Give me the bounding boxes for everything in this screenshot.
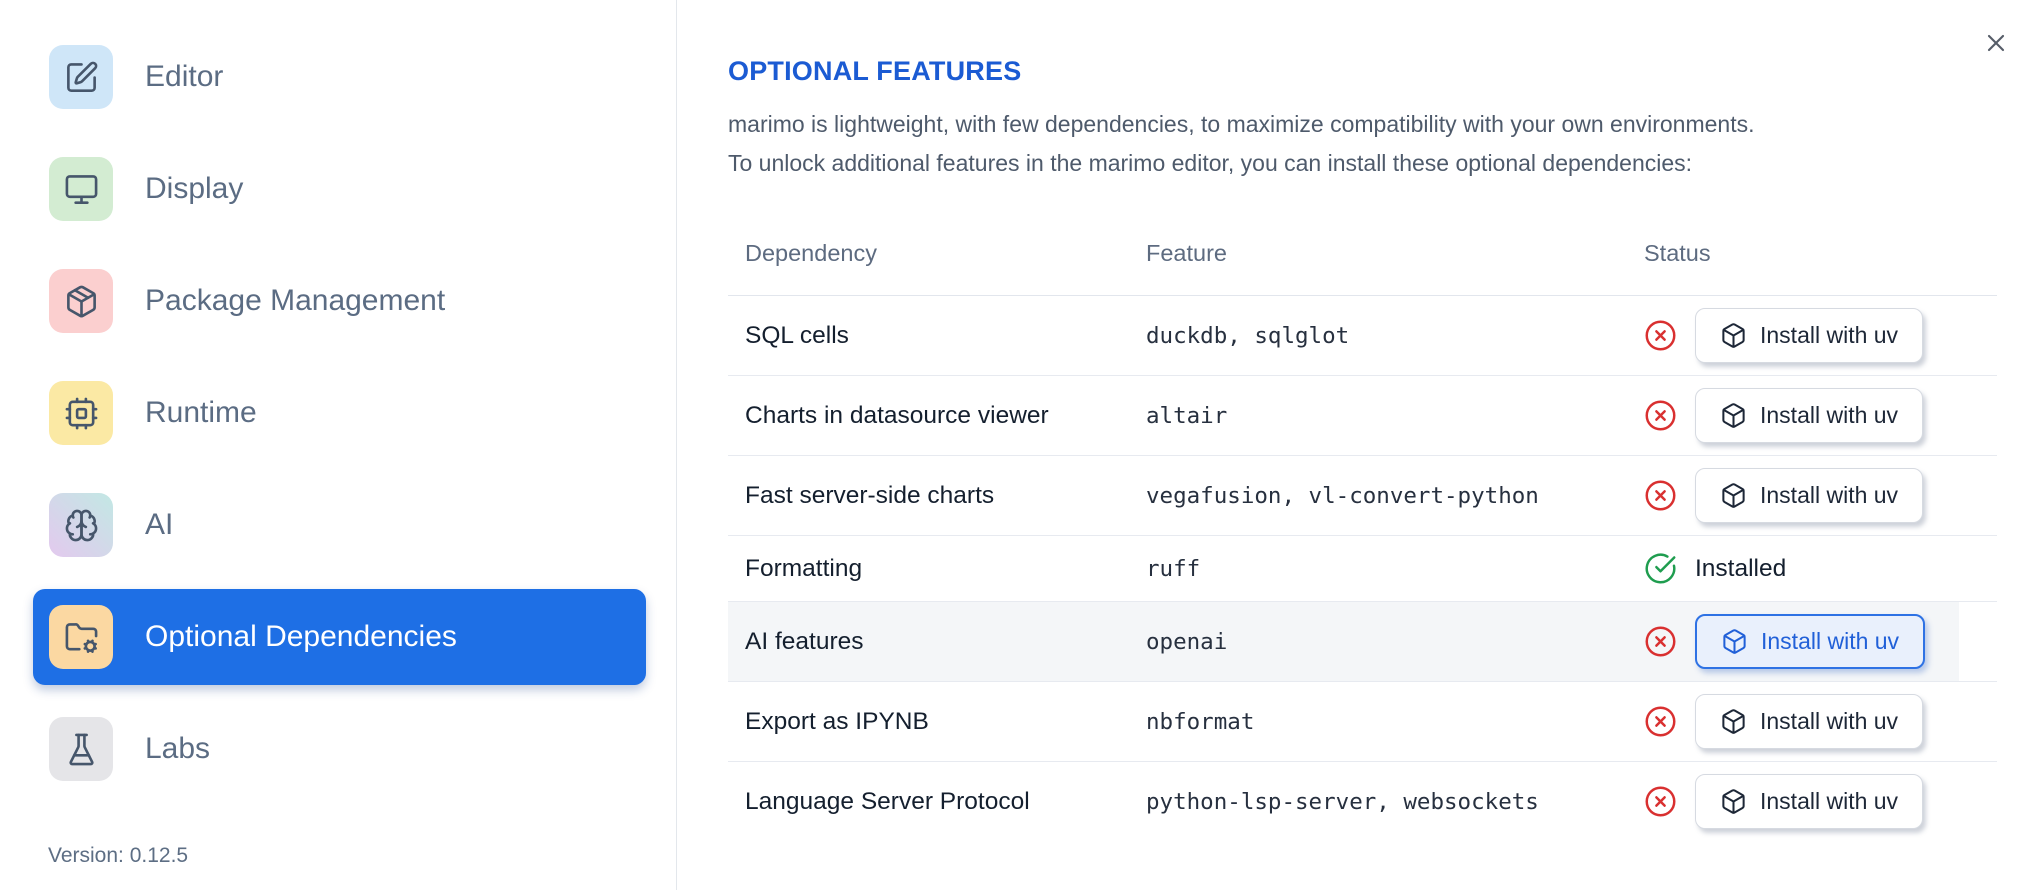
status-cell: Install with uv	[1644, 376, 1997, 455]
install-with-uv-button[interactable]: Install with uv	[1695, 774, 1924, 830]
feature-cell: vegafusion, vl-convert-python	[1146, 482, 1539, 509]
close-icon	[1982, 29, 2010, 57]
status-cell: Install with uv	[1644, 762, 1997, 841]
dependency-cell: SQL cells	[745, 321, 849, 349]
status-cell: Install with uv	[1644, 602, 1997, 681]
page-title: OPTIONAL FEATURES	[728, 56, 1022, 87]
cpu-icon	[49, 381, 113, 445]
sidebar-item-label: Editor	[145, 60, 224, 93]
folder-cog-icon	[49, 605, 113, 669]
sidebar-item-package-management[interactable]: Package Management	[33, 253, 646, 349]
brain-icon	[49, 493, 113, 557]
table-body: SQL cells duckdb, sqlglot Install with u…	[728, 296, 1997, 841]
table-row-formatting: Formatting ruff Installed	[728, 536, 1997, 603]
sidebar-item-editor[interactable]: Editor	[33, 29, 646, 125]
table-row-language-server-protocol: Language Server Protocol python-lsp-serv…	[728, 762, 1997, 841]
dependency-cell: Language Server Protocol	[745, 787, 1030, 815]
sidebar-nav: Editor Display Package Management Runtim…	[0, 29, 676, 797]
sidebar-item-label: AI	[145, 508, 174, 541]
monitor-icon	[49, 157, 113, 221]
install-button-label: Install with uv	[1760, 322, 1899, 349]
install-with-uv-button[interactable]: Install with uv	[1695, 694, 1924, 750]
feature-cell: ruff	[1146, 555, 1201, 582]
sidebar-item-runtime[interactable]: Runtime	[33, 365, 646, 461]
sidebar-item-optional-dependencies[interactable]: Optional Dependencies	[33, 589, 646, 685]
circle-x-icon	[1644, 705, 1677, 738]
sidebar-item-label: Optional Dependencies	[145, 620, 457, 653]
install-with-uv-button[interactable]: Install with uv	[1695, 388, 1924, 444]
install-button-label: Install with uv	[1760, 788, 1899, 815]
column-header-dependency: Dependency	[745, 240, 877, 267]
dependency-cell: Export as IPYNB	[745, 707, 929, 735]
table-row-charts-in-datasource-viewer: Charts in datasource viewer altair Insta…	[728, 376, 1997, 457]
description-line-2: To unlock additional features in the mar…	[728, 150, 1693, 177]
feature-cell: altair	[1146, 402, 1228, 429]
circle-x-icon	[1644, 319, 1677, 352]
install-button-label: Install with uv	[1760, 708, 1899, 735]
install-button-label: Install with uv	[1760, 402, 1899, 429]
sidebar-item-display[interactable]: Display	[33, 141, 646, 237]
settings-dialog: Editor Display Package Management Runtim…	[0, 0, 2042, 890]
status-cell: Install with uv	[1644, 456, 1997, 535]
circle-x-icon	[1644, 625, 1677, 658]
feature-cell: nbformat	[1146, 708, 1255, 735]
install-with-uv-button[interactable]: Install with uv	[1695, 614, 1926, 670]
settings-sidebar: Editor Display Package Management Runtim…	[0, 0, 677, 890]
column-header-feature: Feature	[1146, 240, 1227, 267]
column-header-status: Status	[1644, 240, 1711, 267]
status-cell: Installed	[1644, 540, 1997, 597]
circle-x-icon	[1644, 785, 1677, 818]
sidebar-item-label: Display	[145, 172, 244, 205]
sidebar-item-label: Package Management	[145, 284, 446, 317]
sidebar-item-ai[interactable]: AI	[33, 477, 646, 573]
box-icon	[1721, 628, 1748, 655]
square-pen-icon	[49, 45, 113, 109]
circle-x-icon	[1644, 479, 1677, 512]
feature-cell: python-lsp-server, websockets	[1146, 788, 1539, 815]
table-row-fast-server-side-charts: Fast server-side charts vegafusion, vl-c…	[728, 456, 1997, 537]
table-header-row: Dependency Feature Status	[728, 216, 1997, 297]
panel-description: marimo is lightweight, with few dependen…	[728, 105, 1997, 183]
flask-icon	[49, 717, 113, 781]
table-row-sql-cells: SQL cells duckdb, sqlglot Install with u…	[728, 296, 1997, 377]
circle-x-icon	[1644, 399, 1677, 432]
table-row-export-as-ipynb: Export as IPYNB nbformat Install with uv	[728, 682, 1997, 763]
dependency-cell: Formatting	[745, 554, 863, 582]
install-with-uv-button[interactable]: Install with uv	[1695, 468, 1924, 524]
box-icon	[1720, 482, 1747, 509]
dependency-cell: Charts in datasource viewer	[745, 401, 1049, 429]
install-button-label: Install with uv	[1760, 482, 1899, 509]
status-cell: Install with uv	[1644, 296, 1997, 375]
feature-cell: duckdb, sqlglot	[1146, 322, 1350, 349]
dependency-cell: AI features	[745, 627, 864, 655]
dependencies-table: Dependency Feature Status SQL cells duck…	[728, 216, 1997, 841]
sidebar-item-labs[interactable]: Labs	[33, 701, 646, 797]
description-line-1: marimo is lightweight, with few dependen…	[728, 111, 1755, 138]
box-icon	[1720, 322, 1747, 349]
feature-cell: openai	[1146, 628, 1228, 655]
optional-features-panel: OPTIONAL FEATURES marimo is lightweight,…	[677, 0, 2042, 890]
box-icon	[1720, 788, 1747, 815]
installed-status-label: Installed	[1695, 554, 1787, 582]
package-icon	[49, 269, 113, 333]
table-row-ai-features: AI features openai Install with uv	[728, 602, 1997, 683]
install-with-uv-button[interactable]: Install with uv	[1695, 308, 1924, 364]
status-cell: Install with uv	[1644, 682, 1997, 761]
circle-check-icon	[1644, 552, 1677, 585]
sidebar-item-label: Runtime	[145, 396, 257, 429]
sidebar-item-label: Labs	[145, 732, 211, 765]
install-button-label: Install with uv	[1761, 628, 1900, 655]
version-label: Version: 0.12.5	[48, 844, 189, 867]
box-icon	[1720, 402, 1747, 429]
close-button[interactable]	[1976, 24, 2016, 64]
box-icon	[1720, 708, 1747, 735]
dependency-cell: Fast server-side charts	[745, 481, 995, 509]
